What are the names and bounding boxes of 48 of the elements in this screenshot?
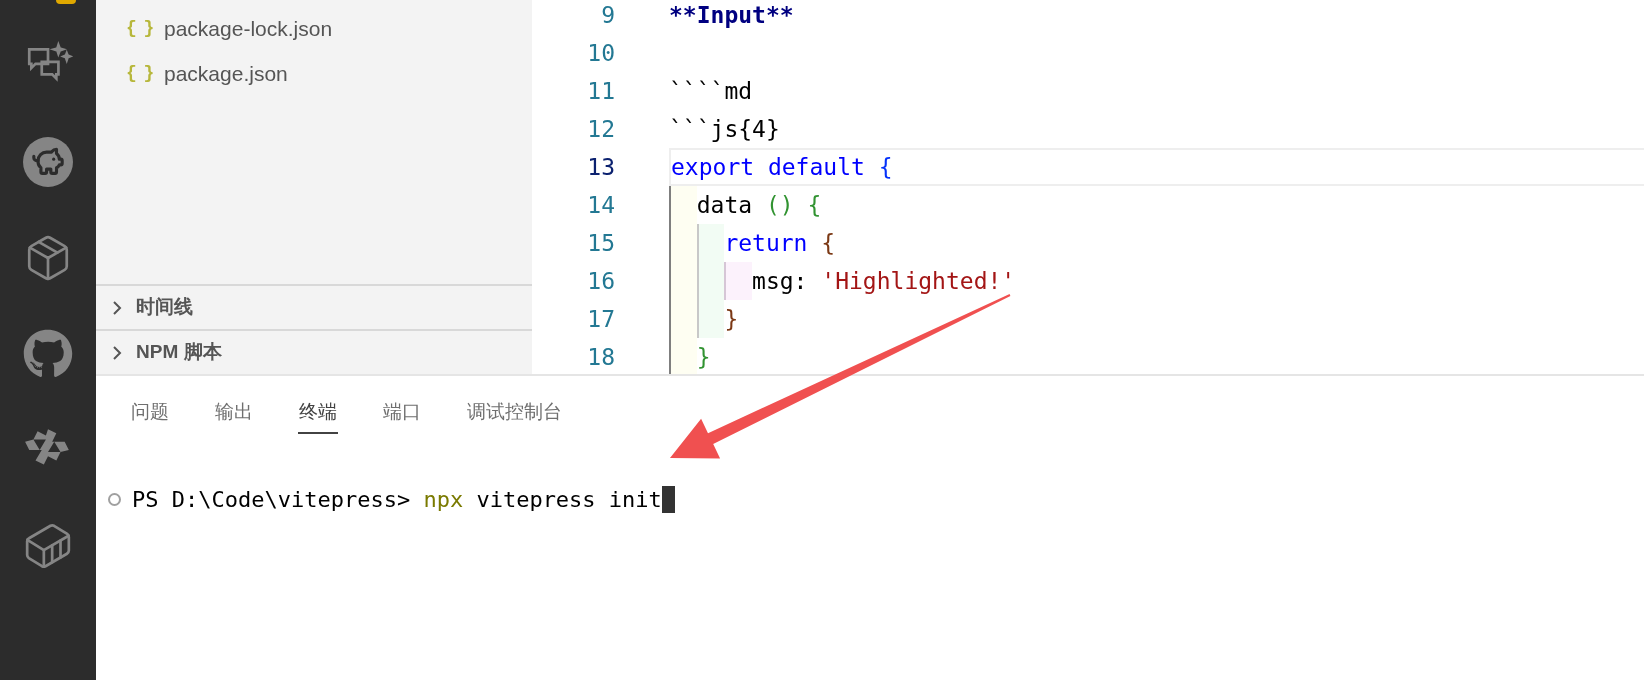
indent-guide (669, 338, 697, 374)
code-token: 'Highlighted!' (821, 266, 1016, 296)
code-token: msg: (752, 266, 809, 296)
json-file-icon: { } (126, 15, 164, 42)
indent-guide (724, 262, 753, 300)
code-token: () { (765, 190, 822, 220)
panel-tab[interactable]: 输出 (214, 397, 254, 434)
indent-guide (669, 186, 697, 224)
panel-tab[interactable]: 调试控制台 (466, 397, 563, 434)
panel-tab[interactable]: 端口 (382, 397, 422, 434)
file-item[interactable]: { } package-lock.json (96, 6, 532, 51)
chevron-right-icon (110, 344, 124, 361)
section-header[interactable]: NPM 脚本 (96, 329, 532, 374)
line-number: 12 (586, 114, 615, 144)
code-token: } (724, 304, 739, 334)
line-number: 18 (586, 342, 615, 372)
code-token: data (696, 190, 754, 220)
code-token: { (821, 228, 836, 258)
panel-tab[interactable]: 问题 (130, 397, 170, 434)
container-icon[interactable] (23, 521, 73, 571)
indent-guide (696, 300, 725, 338)
code-token: } (696, 342, 711, 372)
piggy-bank-icon[interactable] (23, 137, 73, 187)
code-token: ```js{4} (669, 114, 780, 144)
line-number: 11 (586, 76, 615, 106)
code-token: **Input** (669, 0, 794, 30)
github-icon[interactable] (23, 329, 73, 379)
line-number: 14 (586, 190, 615, 220)
code-token: { (878, 152, 893, 182)
chevron-right-icon (110, 299, 124, 316)
terminal-text: PS D:\Code\vitepress> (132, 486, 412, 514)
line-number: 15 (586, 228, 615, 258)
line-number: 10 (586, 38, 615, 68)
code-token: export default (671, 152, 866, 182)
line-number: 13 (586, 152, 615, 182)
line-number: 16 (586, 266, 615, 296)
indent-guide (696, 224, 725, 262)
file-item[interactable]: { } package.json (96, 51, 532, 96)
code-token: return (724, 228, 809, 258)
section-header[interactable]: 时间线 (96, 284, 532, 329)
line-number: 17 (586, 304, 615, 334)
line-number: 9 (600, 0, 615, 30)
terminal-text: npx (423, 486, 464, 514)
terminal-cursor (661, 486, 675, 513)
panel-tab[interactable]: 终端 (298, 397, 338, 434)
code-token: ````md (669, 76, 753, 106)
terminal-text: vitepress init (475, 486, 662, 514)
json-file-icon: { } (126, 60, 164, 87)
